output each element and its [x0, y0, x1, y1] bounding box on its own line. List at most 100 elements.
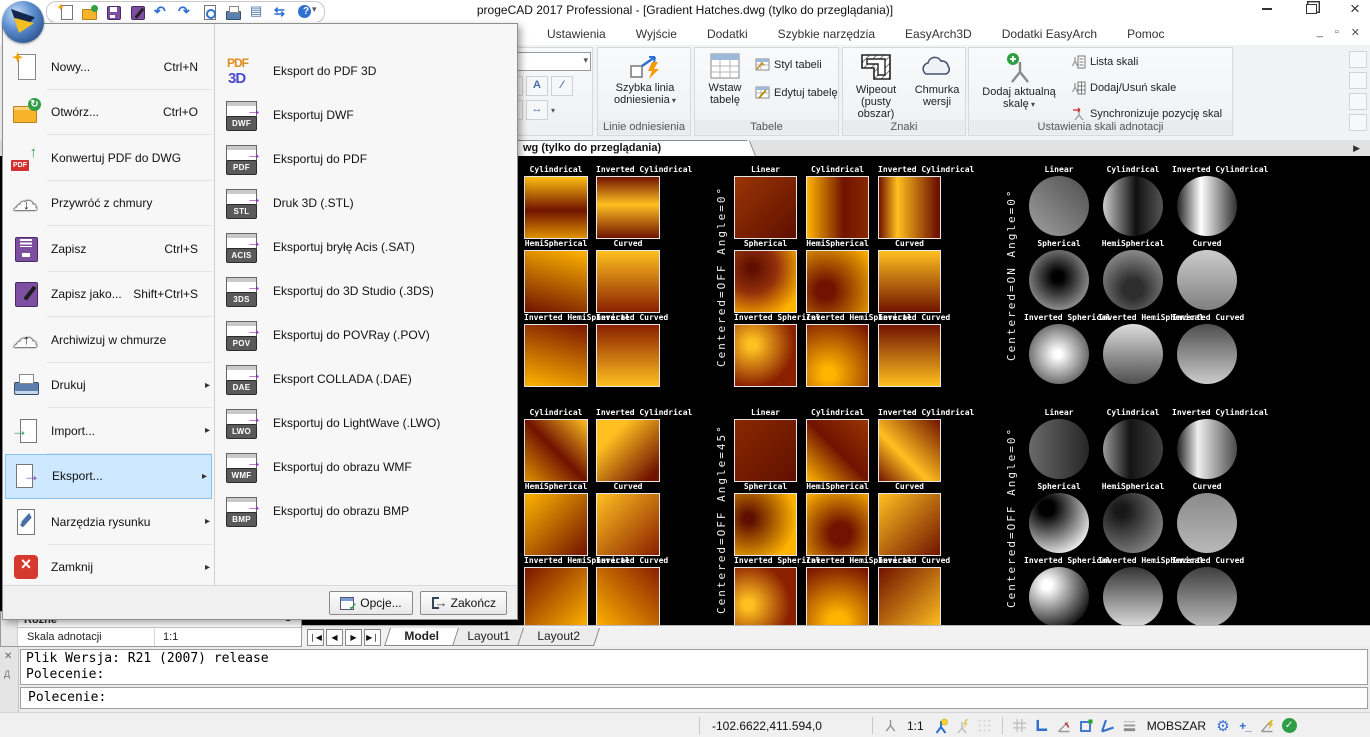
layout-tab[interactable]: Model: [384, 628, 459, 646]
lineweight-icon[interactable]: [1119, 717, 1141, 735]
insert-table-button[interactable]: Wstaw tabelę: [699, 52, 751, 106]
annotation-scale-icon[interactable]: [879, 717, 901, 735]
annotation-autoscale-icon[interactable]: [952, 717, 974, 735]
restore-button[interactable]: [1302, 0, 1320, 18]
ribbon-mini-button[interactable]: [1349, 51, 1367, 68]
add-remove-scales-button[interactable]: Dodaj/Usuń skale: [1071, 81, 1176, 95]
quick-leader-button[interactable]: Szybka linia odniesienia ▾: [604, 52, 686, 107]
snap-icon[interactable]: [974, 717, 996, 735]
hatch-tile-label: Inverted Curved: [596, 313, 660, 324]
ribbon-tab[interactable]: Pomoc: [1112, 25, 1179, 43]
hatch-tile-label: Curved: [1172, 239, 1242, 250]
menu-item-shortcut: Shift+Ctrl+S: [133, 287, 198, 301]
progecad-logo[interactable]: [2, 1, 44, 43]
file-menu-item[interactable]: Zapisz Ctrl+S ▸: [3, 226, 214, 272]
quick-input-icon[interactable]: +_: [1234, 717, 1256, 735]
status-ok-icon[interactable]: ✓: [1278, 717, 1300, 735]
options-button[interactable]: Opcje...: [329, 591, 412, 615]
ribbon-tab[interactable]: Dodatki: [692, 25, 763, 43]
export-submenu-item[interactable]: → BMP Eksportuj do obrazu BMP: [215, 489, 517, 533]
ribbon-mini-button[interactable]: [1349, 72, 1367, 89]
command-input[interactable]: Polecenie:: [20, 687, 1368, 709]
export-submenu-item[interactable]: → ACIS Eksportuj bryłę Acis (.SAT): [215, 225, 517, 269]
property-value[interactable]: 1:1: [155, 629, 178, 646]
entity-track-icon[interactable]: [1097, 717, 1119, 735]
add-remove-scales-icon: [1071, 81, 1086, 95]
annotation-visibility-icon[interactable]: [930, 717, 952, 735]
wipeout-button[interactable]: Wipeout (pusty obszar): [845, 52, 907, 120]
menu-item-label: Eksportuj do LightWave (.LWO): [273, 416, 440, 430]
file-menu-item[interactable]: Nowy... Ctrl+N ▸: [3, 44, 214, 90]
sync-scale-positions-button[interactable]: Synchronizuje pozycję skal: [1071, 107, 1222, 121]
menu-item-label: Narzędzia rysunku: [51, 515, 150, 529]
export-submenu-item[interactable]: → DAE Eksport COLLADA (.DAE): [215, 357, 517, 401]
button-label: Zakończ: [451, 596, 496, 610]
annotation-scale-value[interactable]: 1:1: [901, 719, 930, 733]
ortho-icon[interactable]: [1031, 717, 1053, 735]
mode-toggle[interactable]: MOBSZAR: [1141, 719, 1212, 733]
file-menu-item[interactable]: Import... ▸: [3, 408, 214, 454]
table-edit-button[interactable]: Edytuj tabelę: [755, 86, 838, 99]
doc-close-icon[interactable]: ✕: [1351, 26, 1360, 39]
export-submenu-item[interactable]: → PDF 3D Eksport do PDF 3D: [215, 49, 517, 93]
layout-tab[interactable]: Layout2: [517, 628, 600, 646]
minimize-button[interactable]: [1258, 0, 1276, 18]
export-submenu-item[interactable]: → WMF Eksportuj do obrazu WMF: [215, 445, 517, 489]
export-submenu-item[interactable]: → LWO Eksportuj do LightWave (.LWO): [215, 401, 517, 445]
table-style-button[interactable]: Styl tabeli: [755, 58, 822, 71]
file-menu-item[interactable]: Otwórz... Ctrl+O ▸: [3, 90, 214, 136]
export-submenu-item[interactable]: → 3DS Eksportuj do 3D Studio (.3DS): [215, 269, 517, 313]
file-menu-item[interactable]: Konwertuj PDF do DWG ▸: [3, 135, 214, 181]
ribbon-tab[interactable]: EasyArch3D: [890, 25, 987, 43]
hatch-tile-label: Inverted Spherical: [734, 313, 797, 324]
exit-button[interactable]: Zakończ: [420, 591, 507, 615]
file-menu-item[interactable]: Zamknij ▸: [3, 545, 214, 591]
close-icon[interactable]: ✕: [4, 651, 12, 662]
file-menu-item[interactable]: Eksport... ▸: [5, 454, 212, 500]
ribbon-tab[interactable]: Dodatki EasyArch: [987, 25, 1112, 43]
add-current-scale-button[interactable]: Dodaj aktualną skalę ▾: [975, 52, 1063, 111]
ribbon-tab[interactable]: Ustawienia: [532, 25, 621, 43]
tab-scroll-right-icon[interactable]: ▶: [1353, 143, 1360, 154]
scale-list-button[interactable]: Lista skali: [1071, 55, 1138, 69]
close-button[interactable]: [1346, 0, 1364, 18]
entity-snap-icon[interactable]: [1075, 717, 1097, 735]
coordinates-readout[interactable]: -102.6622,411.594,0: [706, 719, 866, 733]
format-icon: → PDF 3D: [225, 55, 261, 87]
command-history[interactable]: Plik Wersja: R21 (2007) release Poleceni…: [20, 649, 1368, 685]
hatch-group-bot-right: Centered=OFF Angle=0°LinearCylindricalIn…: [1024, 408, 1242, 627]
prev-tab-icon[interactable]: ◀: [326, 629, 343, 646]
hatch-tile-label: Linear: [734, 165, 797, 176]
doc-minimize-icon[interactable]: _: [1317, 26, 1323, 39]
ribbon-mini-button[interactable]: [1349, 114, 1367, 131]
file-menu-item[interactable]: Narzędzia rysunku ▸: [3, 499, 214, 545]
ribbon-tab[interactable]: Szybkie narzędzia: [763, 25, 890, 43]
export-submenu-item[interactable]: → DWF Eksportuj DWF: [215, 93, 517, 137]
export-submenu-item[interactable]: → POV Eksportuj do POVRay (.POV): [215, 313, 517, 357]
ribbon-tab[interactable]: Wyjście: [621, 25, 692, 43]
file-menu-item[interactable]: Drukuj ▸: [3, 363, 214, 409]
last-tab-icon[interactable]: ▶❘: [364, 629, 381, 646]
file-menu-item[interactable]: Przywróć z chmury ▸: [3, 181, 214, 227]
next-tab-icon[interactable]: ▶: [345, 629, 362, 646]
sync-scale-icon: [1071, 107, 1086, 121]
doc-restore-icon[interactable]: ▫: [1335, 26, 1339, 39]
grid-icon[interactable]: [1009, 717, 1031, 735]
dynamic-input-icon[interactable]: [1256, 717, 1278, 735]
polar-tracking-icon[interactable]: [1053, 717, 1075, 735]
export-submenu-item[interactable]: → PDF Eksportuj do PDF: [215, 137, 517, 181]
export-submenu-item[interactable]: → STL Druk 3D (.STL): [215, 181, 517, 225]
settings-gear-icon[interactable]: ⚙: [1212, 717, 1234, 735]
ribbon-mini-button[interactable]: [1349, 93, 1367, 110]
pin-icon[interactable]: Д: [4, 669, 10, 679]
file-menu-item[interactable]: Archiwizuj w chmurze ▸: [3, 317, 214, 363]
qat-overflow-icon[interactable]: ▾: [312, 4, 317, 15]
dim-tool-icon[interactable]: ↔: [526, 100, 548, 120]
first-tab-icon[interactable]: ❘◀: [307, 629, 324, 646]
table-edit-icon: [755, 86, 770, 99]
revision-cloud-button[interactable]: Chmurka wersji: [909, 52, 965, 108]
dim-tool-icon[interactable]: A: [526, 76, 548, 96]
dim-tool-icon[interactable]: ⁄: [551, 76, 573, 96]
menu-item-icon: [11, 325, 41, 355]
file-menu-item[interactable]: Zapisz jako... Shift+Ctrl+S ▸: [3, 272, 214, 318]
